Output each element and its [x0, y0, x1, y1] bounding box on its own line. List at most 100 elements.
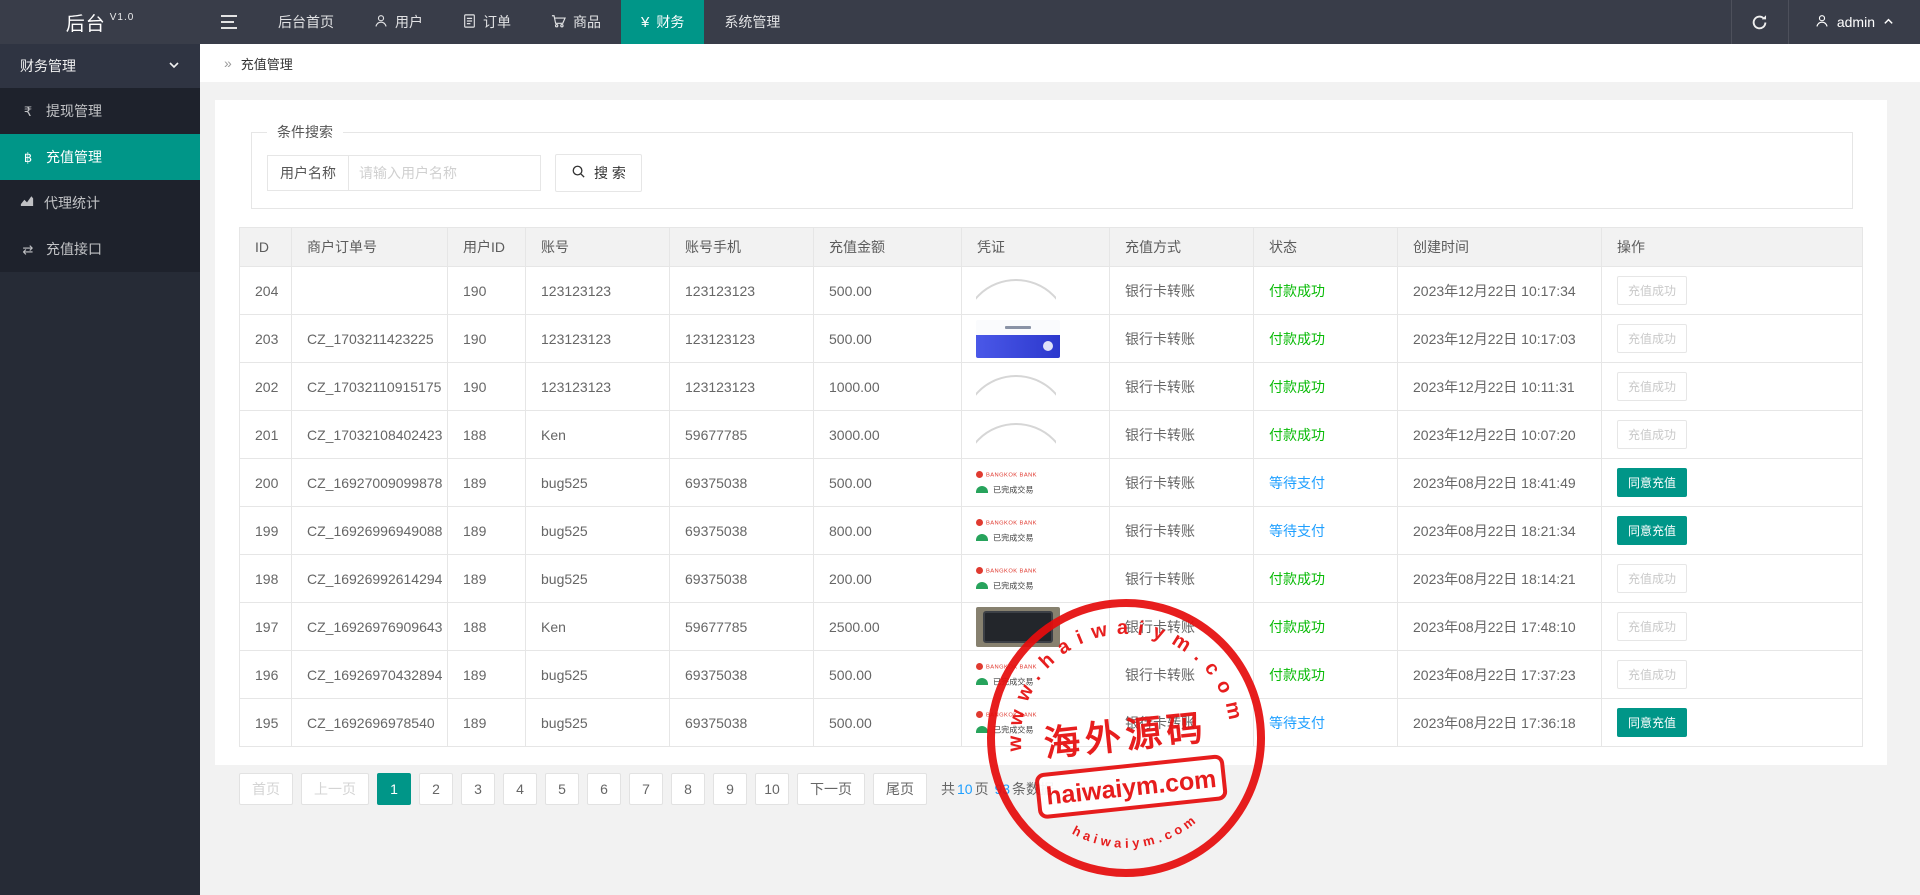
cell-created-time: 2023年08月22日 17:48:10	[1398, 603, 1602, 651]
sidebar-item-2[interactable]: ฿充值管理	[0, 134, 200, 180]
cart-icon	[551, 14, 566, 31]
cell-action: 充值成功	[1602, 411, 1863, 459]
check-dome-icon	[976, 534, 988, 541]
voucher-image[interactable]: BANGKOK BANK已完成交易	[976, 516, 1076, 546]
page-button-7[interactable]: 7	[629, 773, 663, 805]
cell-voucher	[962, 363, 1110, 411]
sidebar-item-1[interactable]: ₹提现管理	[0, 88, 200, 134]
cell-user-id: 190	[448, 363, 526, 411]
page-button-10[interactable]: 10	[755, 773, 789, 805]
search-button[interactable]: 搜 索	[555, 154, 642, 192]
baht-icon: ฿	[20, 149, 36, 166]
approve-recharge-button[interactable]: 同意充值	[1617, 468, 1687, 497]
cell-status: 等待支付	[1254, 459, 1398, 507]
cell-phone: 123123123	[670, 315, 814, 363]
cell-voucher: BANGKOK BANK已完成交易	[962, 555, 1110, 603]
table-row: 195CZ_1692696978540189bug52569375038500.…	[240, 699, 1863, 747]
topnav-item-6[interactable]: 系统管理	[704, 0, 800, 44]
page-button-6[interactable]: 6	[587, 773, 621, 805]
cell-voucher: BANGKOK BANK已完成交易	[962, 699, 1110, 747]
voucher-image[interactable]: BANGKOK BANK已完成交易	[976, 564, 1076, 594]
cell-order-no: CZ_17032108402423	[292, 411, 448, 459]
topnav-label: 后台首页	[278, 12, 334, 32]
check-dome-icon	[976, 582, 988, 589]
voucher-image[interactable]: BANGKOK BANK已完成交易	[976, 660, 1076, 690]
cell-order-no	[292, 267, 448, 315]
page-button-9[interactable]: 9	[713, 773, 747, 805]
cell-created-time: 2023年12月22日 10:11:31	[1398, 363, 1602, 411]
topbar-right: admin	[1731, 0, 1920, 44]
cell-status: 等待支付	[1254, 699, 1398, 747]
check-dome-icon	[976, 678, 988, 685]
cell-id: 198	[240, 555, 292, 603]
page-button-8[interactable]: 8	[671, 773, 705, 805]
status-badge: 等待支付	[1269, 475, 1325, 491]
search-legend: 条件搜索	[267, 122, 343, 142]
status-badge: 付款成功	[1269, 331, 1325, 347]
chevron-down-icon	[168, 58, 180, 74]
cell-amount: 2500.00	[814, 603, 962, 651]
page-button-1[interactable]: 1	[377, 773, 411, 805]
cell-account: Ken	[526, 603, 670, 651]
cell-phone: 59677785	[670, 603, 814, 651]
admin-menu[interactable]: admin	[1789, 0, 1920, 44]
cell-user-id: 189	[448, 507, 526, 555]
check-dome-icon	[976, 486, 988, 493]
hamburger-icon[interactable]	[200, 0, 258, 44]
topnav-item-2[interactable]: 用户	[354, 0, 443, 44]
cell-method: 银行卡转账	[1110, 555, 1254, 603]
approve-recharge-button[interactable]: 同意充值	[1617, 708, 1687, 737]
cell-user-id: 190	[448, 267, 526, 315]
voucher-image[interactable]	[976, 320, 1060, 358]
cell-order-no: CZ_1703211423225	[292, 315, 448, 363]
cell-id: 195	[240, 699, 292, 747]
page-button-5[interactable]: 5	[545, 773, 579, 805]
bank-logo-icon	[976, 567, 983, 574]
column-header: 充值方式	[1110, 228, 1254, 267]
sidebar-item-3[interactable]: 代理统计	[0, 180, 200, 226]
voucher-broken-image[interactable]	[976, 274, 1056, 308]
voucher-image[interactable]: BANGKOK BANK已完成交易	[976, 468, 1076, 498]
cell-created-time: 2023年12月22日 10:07:20	[1398, 411, 1602, 459]
sidebar-item-4[interactable]: ⇄充值接口	[0, 226, 200, 272]
last-page-button[interactable]: 尾页	[873, 773, 927, 805]
cell-account: bug525	[526, 507, 670, 555]
cell-account: 123123123	[526, 363, 670, 411]
cell-order-no: CZ_16926996949088	[292, 507, 448, 555]
username-input[interactable]	[349, 155, 541, 191]
first-page-button: 首页	[239, 773, 293, 805]
cell-order-no: CZ_16926992614294	[292, 555, 448, 603]
voucher-broken-image[interactable]	[976, 418, 1056, 452]
voucher-image[interactable]	[976, 607, 1060, 647]
cell-voucher: BANGKOK BANK已完成交易	[962, 459, 1110, 507]
cell-action: 充值成功	[1602, 603, 1863, 651]
card: 条件搜索 用户名称 搜 索	[215, 100, 1887, 765]
topnav-item-5[interactable]: ¥财务	[621, 0, 704, 44]
cell-user-id: 188	[448, 603, 526, 651]
table-row: 202CZ_1703211091517519012312312312312312…	[240, 363, 1863, 411]
cell-voucher	[962, 315, 1110, 363]
check-dome-icon	[976, 726, 988, 733]
sidebar-group-finance[interactable]: 财务管理	[0, 44, 200, 88]
voucher-image[interactable]: BANGKOK BANK已完成交易	[976, 708, 1076, 738]
sidebar-item-label: 充值接口	[46, 239, 102, 259]
cell-order-no: CZ_16926976909643	[292, 603, 448, 651]
approve-recharge-button[interactable]: 同意充值	[1617, 516, 1687, 545]
cell-user-id: 189	[448, 555, 526, 603]
recharge-done-button: 充值成功	[1617, 276, 1687, 305]
topnav-label: 商品	[573, 12, 601, 32]
topnav-item-4[interactable]: 商品	[531, 0, 621, 44]
page-button-2[interactable]: 2	[419, 773, 453, 805]
page-button-3[interactable]: 3	[461, 773, 495, 805]
topnav-item-3[interactable]: 订单	[443, 0, 531, 44]
refresh-icon[interactable]	[1731, 0, 1789, 44]
topnav-item-1[interactable]: 后台首页	[258, 0, 354, 44]
voucher-broken-image[interactable]	[976, 370, 1056, 404]
page-button-4[interactable]: 4	[503, 773, 537, 805]
cell-id: 199	[240, 507, 292, 555]
doc-icon	[463, 14, 476, 31]
cell-phone: 123123123	[670, 267, 814, 315]
sidebar-item-label: 代理统计	[44, 193, 100, 213]
next-page-button[interactable]: 下一页	[797, 773, 865, 805]
topbar: 后台 V1.0 后台首页用户订单商品¥财务系统管理 admin	[0, 0, 1920, 44]
